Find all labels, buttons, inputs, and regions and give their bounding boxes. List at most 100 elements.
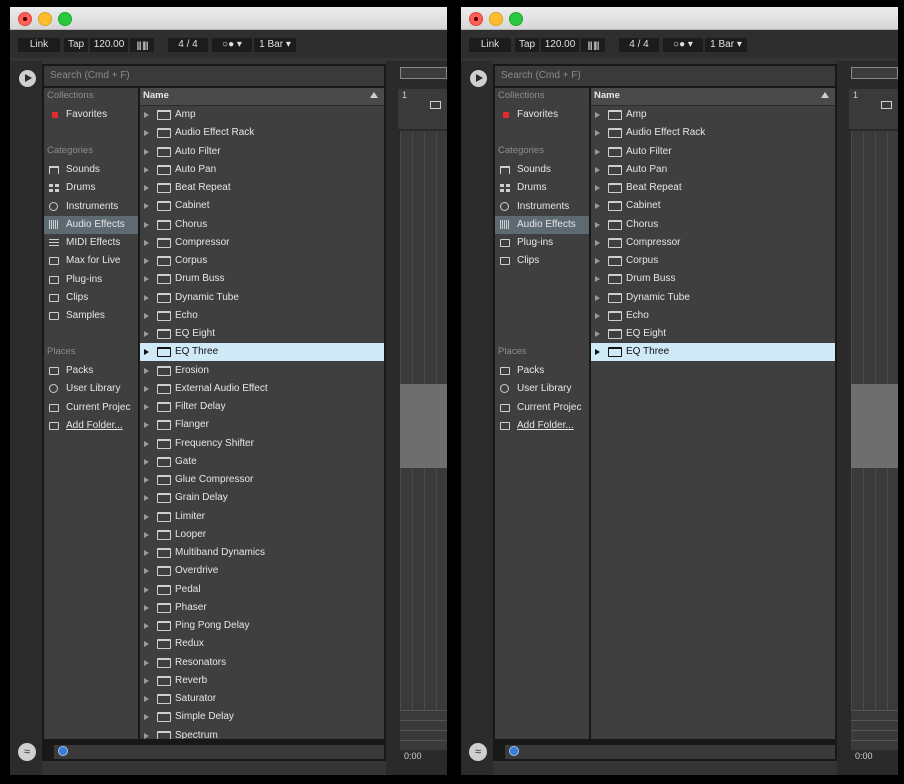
expand-arrow-icon[interactable] bbox=[595, 312, 600, 319]
expand-arrow-icon[interactable] bbox=[144, 586, 149, 593]
expand-arrow-icon[interactable] bbox=[144, 404, 149, 410]
list-item[interactable]: Looper bbox=[140, 526, 384, 544]
list-item[interactable]: Overdrive bbox=[140, 562, 384, 580]
sidebar-item-category[interactable]: Instruments bbox=[495, 198, 589, 216]
list-item[interactable]: Compressor bbox=[591, 234, 835, 252]
sidebar-item-place[interactable]: Packs bbox=[44, 362, 138, 380]
expand-arrow-icon[interactable] bbox=[595, 331, 600, 337]
list-item[interactable]: Auto Pan bbox=[140, 161, 384, 179]
sidebar-item-place[interactable]: Add Folder... bbox=[44, 417, 138, 435]
expand-arrow-icon[interactable] bbox=[595, 166, 600, 173]
list-item[interactable]: External Audio Effect bbox=[140, 380, 384, 398]
list-item[interactable]: Frequency Shifter bbox=[140, 435, 384, 453]
quantization-select[interactable]: 1 Bar ▾ bbox=[705, 38, 747, 52]
overview-bar[interactable] bbox=[851, 67, 898, 79]
expand-arrow-icon[interactable] bbox=[144, 623, 149, 629]
groove-pool-icon[interactable]: ≈ bbox=[469, 743, 487, 761]
expand-arrow-icon[interactable] bbox=[144, 385, 149, 392]
expand-arrow-icon[interactable] bbox=[144, 166, 149, 173]
expand-arrow-icon[interactable] bbox=[595, 185, 600, 191]
metronome-toggle[interactable]: ○● ▾ bbox=[212, 38, 252, 52]
sidebar-item-category[interactable]: Sounds bbox=[44, 161, 138, 179]
expand-arrow-icon[interactable] bbox=[144, 531, 149, 538]
link-button[interactable]: Link bbox=[469, 38, 511, 52]
list-item[interactable]: Audio Effect Rack bbox=[140, 124, 384, 142]
close-button[interactable] bbox=[18, 12, 32, 26]
list-item[interactable]: Phaser bbox=[140, 599, 384, 617]
tempo-nudge-icon[interactable]: ||| |||| bbox=[130, 38, 154, 52]
expand-arrow-icon[interactable] bbox=[144, 714, 149, 721]
browser-toggle-icon[interactable] bbox=[470, 70, 487, 87]
metronome-toggle[interactable]: ○● ▾ bbox=[663, 38, 703, 52]
loop-flag-icon[interactable] bbox=[881, 101, 892, 109]
sidebar-item-category[interactable]: MIDI Effects bbox=[44, 234, 138, 252]
list-item[interactable]: Amp bbox=[591, 106, 835, 124]
list-item[interactable]: Limiter bbox=[140, 508, 384, 526]
sidebar-item-category[interactable]: Drums bbox=[495, 179, 589, 197]
list-item[interactable]: Dynamic Tube bbox=[591, 289, 835, 307]
list-item[interactable]: Compressor bbox=[140, 234, 384, 252]
sidebar-item-category[interactable]: Sounds bbox=[495, 161, 589, 179]
quantization-select[interactable]: 1 Bar ▾ bbox=[254, 38, 296, 52]
expand-arrow-icon[interactable] bbox=[144, 331, 149, 337]
sidebar-item-category[interactable]: Audio Effects bbox=[495, 215, 589, 234]
expand-arrow-icon[interactable] bbox=[144, 349, 149, 356]
list-item[interactable]: Cabinet bbox=[140, 197, 384, 215]
time-signature-field[interactable]: 4 / 4 bbox=[168, 38, 208, 52]
expand-arrow-icon[interactable] bbox=[595, 203, 600, 210]
expand-arrow-icon[interactable] bbox=[144, 148, 149, 155]
tempo-field[interactable]: 120.00 bbox=[541, 38, 579, 52]
expand-arrow-icon[interactable] bbox=[144, 477, 149, 483]
list-item[interactable]: Filter Delay bbox=[140, 398, 384, 416]
help-icon[interactable] bbox=[509, 746, 519, 756]
list-item[interactable]: Corpus bbox=[591, 252, 835, 270]
browser-toggle-icon[interactable] bbox=[19, 70, 36, 87]
sort-arrow-icon[interactable] bbox=[370, 92, 378, 98]
expand-arrow-icon[interactable] bbox=[595, 294, 600, 301]
expand-arrow-icon[interactable] bbox=[144, 203, 149, 210]
list-item[interactable]: Beat Repeat bbox=[140, 179, 384, 197]
list-item[interactable]: Echo bbox=[591, 307, 835, 325]
expand-arrow-icon[interactable] bbox=[144, 604, 149, 611]
selected-track-lane[interactable] bbox=[400, 384, 447, 468]
expand-arrow-icon[interactable] bbox=[144, 440, 149, 447]
expand-arrow-icon[interactable] bbox=[144, 677, 149, 684]
list-item[interactable]: Amp bbox=[140, 106, 384, 124]
overview-bar[interactable] bbox=[400, 67, 447, 79]
list-item[interactable]: Drum Buss bbox=[591, 270, 835, 288]
list-item[interactable]: Reverb bbox=[140, 672, 384, 690]
expand-arrow-icon[interactable] bbox=[144, 312, 149, 319]
expand-arrow-icon[interactable] bbox=[144, 422, 149, 429]
list-item[interactable]: Redux bbox=[140, 635, 384, 653]
list-item[interactable]: Simple Delay bbox=[140, 708, 384, 726]
expand-arrow-icon[interactable] bbox=[144, 258, 149, 264]
expand-arrow-icon[interactable] bbox=[144, 112, 149, 118]
list-item[interactable]: Chorus bbox=[140, 216, 384, 234]
list-item[interactable]: Resonators bbox=[140, 654, 384, 672]
expand-arrow-icon[interactable] bbox=[144, 294, 149, 301]
list-item[interactable]: EQ Eight bbox=[140, 325, 384, 343]
list-item[interactable]: EQ Eight bbox=[591, 325, 835, 343]
sidebar-item-place[interactable]: Current Projec bbox=[44, 399, 138, 417]
help-icon[interactable] bbox=[58, 746, 68, 756]
list-item[interactable]: Saturator bbox=[140, 690, 384, 708]
list-item[interactable]: EQ Three bbox=[591, 343, 835, 362]
list-item[interactable]: Flanger bbox=[140, 416, 384, 434]
sidebar-item-place[interactable]: Add Folder... bbox=[495, 417, 589, 435]
expand-arrow-icon[interactable] bbox=[595, 349, 600, 356]
list-item[interactable]: Pedal bbox=[140, 581, 384, 599]
list-item[interactable]: Audio Effect Rack bbox=[591, 124, 835, 142]
expand-arrow-icon[interactable] bbox=[595, 258, 600, 264]
list-header[interactable]: Name bbox=[591, 88, 835, 106]
master-lane[interactable] bbox=[851, 710, 898, 750]
name-column-header[interactable]: Name bbox=[143, 90, 169, 101]
close-button[interactable] bbox=[469, 12, 483, 26]
list-item[interactable]: Echo bbox=[140, 307, 384, 325]
list-item[interactable]: Ping Pong Delay bbox=[140, 617, 384, 635]
name-column-header[interactable]: Name bbox=[594, 90, 620, 101]
list-item[interactable]: Spectrum bbox=[140, 727, 384, 739]
expand-arrow-icon[interactable] bbox=[144, 221, 149, 228]
sidebar-item-category[interactable]: Plug-ins bbox=[44, 271, 138, 289]
loop-flag-icon[interactable] bbox=[430, 101, 441, 109]
list-item[interactable]: Glue Compressor bbox=[140, 471, 384, 489]
